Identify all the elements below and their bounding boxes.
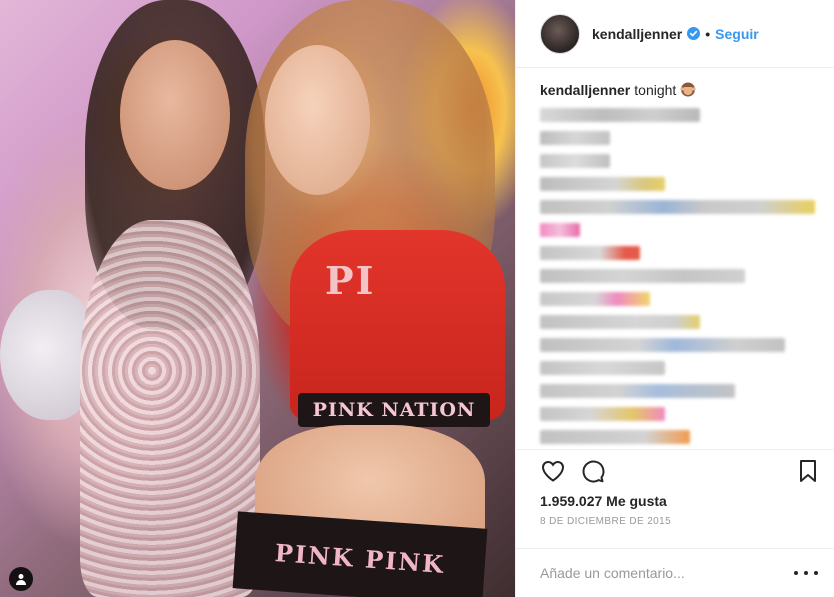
- post-actions: [516, 449, 834, 492]
- post-sidebar: kendalljenner • Seguir kendalljenner toni…: [515, 0, 834, 597]
- blurred-comment: [540, 154, 610, 169]
- post-photo[interactable]: PI PINK NATION PINK PINK: [0, 0, 515, 597]
- blurred-comment: [540, 407, 665, 422]
- tagged-user-icon[interactable]: [9, 567, 33, 591]
- instagram-post: PI PINK NATION PINK PINK kendalljenner •…: [0, 0, 834, 597]
- follow-button[interactable]: Seguir: [715, 26, 759, 42]
- photo-region: [290, 230, 505, 420]
- blurred-comment: [540, 292, 650, 307]
- likes-count[interactable]: 1.959.027 Me gusta: [516, 492, 834, 510]
- photo-region: [120, 40, 230, 190]
- photo-bottom-text: PINK PINK: [273, 538, 447, 579]
- photo-band: PINK NATION: [298, 393, 490, 427]
- header-username[interactable]: kendalljenner: [592, 26, 682, 42]
- add-comment-bar: [516, 547, 834, 597]
- header-separator: •: [705, 25, 711, 42]
- blurred-comment: [540, 269, 745, 284]
- verified-badge-icon: [687, 27, 701, 41]
- avatar[interactable]: [540, 13, 580, 54]
- blurred-comment: [540, 384, 735, 399]
- post-caption: kendalljenner tonight: [540, 80, 818, 100]
- blurred-comment: [540, 108, 700, 123]
- heart-icon[interactable]: [540, 458, 566, 484]
- more-options-icon[interactable]: [794, 566, 818, 580]
- blurred-comment: [540, 177, 665, 192]
- comments-list[interactable]: kendalljenner tonight: [516, 68, 834, 449]
- comment-icon[interactable]: [580, 458, 606, 484]
- blurred-comment: [540, 131, 610, 146]
- blurred-comment: [540, 430, 690, 445]
- photo-region: [80, 220, 260, 597]
- blurred-comment: [540, 223, 580, 238]
- comment-input[interactable]: [540, 564, 794, 581]
- photo-band-text: PINK NATION: [312, 399, 476, 421]
- see-no-evil-monkey-icon: [680, 81, 696, 97]
- blurred-comment: [540, 315, 700, 330]
- post-header: kendalljenner • Seguir: [516, 0, 834, 69]
- blurred-comment: [540, 338, 785, 353]
- caption-text: tonight: [634, 82, 677, 99]
- photo-print-top: PI: [325, 258, 376, 303]
- post-date: 8 de diciembre de 2015: [540, 516, 672, 528]
- blurred-comment: [540, 246, 640, 261]
- photo-region: [265, 45, 370, 195]
- blurred-comment: [540, 200, 815, 215]
- bookmark-icon[interactable]: [798, 458, 818, 484]
- blurred-comment: [540, 361, 665, 376]
- caption-username[interactable]: kendalljenner: [540, 82, 630, 98]
